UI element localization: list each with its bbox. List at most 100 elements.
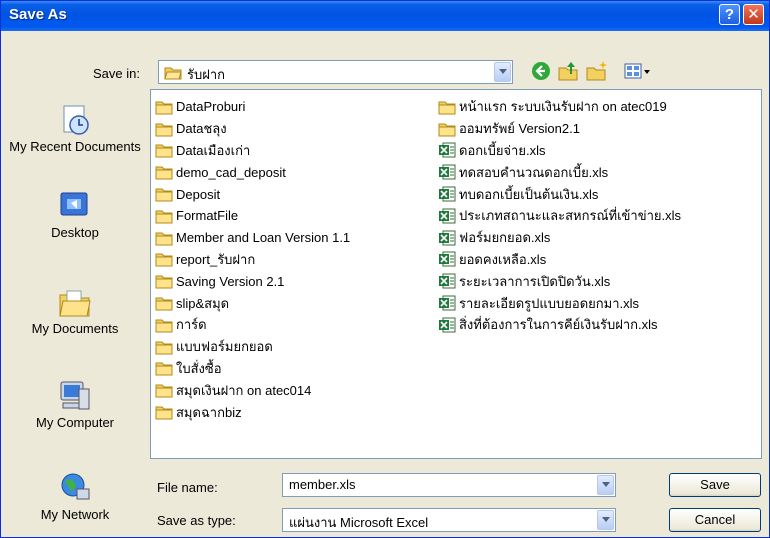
list-item-label: แบบฟอร์มยกยอด (176, 339, 273, 355)
file-name-dropdown-arrow[interactable] (597, 475, 614, 495)
folder-icon (155, 384, 173, 398)
my-computer-icon (60, 381, 90, 410)
title-bar[interactable]: Save As ? ✕ (1, 1, 769, 31)
place-label: My Network (40, 507, 110, 522)
folder-icon (155, 101, 173, 115)
list-item[interactable]: slip&สมุด (155, 292, 350, 314)
excel-file-icon (439, 186, 456, 202)
list-item[interactable]: ทดสอบคำนวณดอกเบี้ย.xls (438, 161, 681, 183)
place-my-recent-documents[interactable]: My Recent Documents (5, 103, 145, 154)
list-item-label: demo_cad_deposit (176, 164, 286, 180)
folder-open-icon (164, 67, 182, 80)
list-item[interactable]: แบบฟอร์มยกยอด (155, 336, 350, 358)
place-label: My Recent Documents (9, 139, 141, 154)
save-as-dialog: Save As ? ✕ Save in: รับฝาก My Recent Do… (0, 0, 770, 538)
excel-file-icon (439, 142, 456, 158)
place-desktop[interactable]: Desktop (5, 189, 145, 240)
save-button[interactable]: Save (669, 473, 761, 497)
close-button[interactable]: ✕ (743, 4, 764, 25)
cancel-button[interactable]: Cancel (669, 508, 761, 532)
window-title: Save As (9, 6, 67, 23)
list-item[interactable]: ทบดอกเบี้ยเป็นต้นเงิน.xls (438, 183, 681, 205)
folder-icon (155, 341, 173, 355)
place-label: My Computer (35, 415, 115, 430)
list-item[interactable]: report_รับฝาก (155, 249, 350, 271)
file-list[interactable]: DataProburi Dataชลุง Dataเมืองเก่า demo_cad… (150, 89, 762, 459)
list-item-label: slip&สมุด (176, 295, 230, 311)
list-item[interactable]: ออมทรัพย์ Version2.1 (438, 118, 681, 140)
place-my-computer[interactable]: My Computer (5, 379, 145, 430)
folder-icon (155, 166, 173, 180)
list-item[interactable]: สมุดฉากbiz (155, 401, 350, 423)
folder-icon (155, 319, 173, 333)
folder-icon (155, 210, 173, 224)
list-item[interactable]: demo_cad_deposit (155, 161, 350, 183)
excel-file-icon (439, 230, 456, 246)
save-in-dropdown[interactable]: รับฝาก (158, 60, 513, 84)
file-name-label: File name: (157, 480, 218, 495)
list-item[interactable]: Dataชลุง (155, 118, 350, 140)
list-item[interactable]: Dataเมืองเก่า (155, 140, 350, 162)
list-item-label: ใบสั่งซื้อ (176, 360, 222, 376)
up-one-level-icon[interactable] (557, 59, 581, 83)
list-item[interactable]: ใบสั่งซื้อ (155, 358, 350, 380)
list-item[interactable]: Saving Version 2.1 (155, 270, 350, 292)
file-name-value: member.xls (289, 477, 356, 492)
list-item-label: Saving Version 2.1 (176, 273, 285, 289)
file-column-left: DataProburi Dataชลุง Dataเมืองเก่า demo_cad… (155, 96, 350, 423)
folder-icon (155, 297, 173, 311)
list-item-label: สมุดเงินฝาก on atec014 (176, 382, 312, 398)
back-icon[interactable] (529, 59, 553, 83)
list-item[interactable]: Member and Loan Version 1.1 (155, 227, 350, 249)
list-item-label: สมุดฉากbiz (176, 404, 242, 420)
list-item-label: ทดสอบคำนวณดอกเบี้ย.xls (459, 164, 609, 180)
list-item[interactable]: FormatFile (155, 205, 350, 227)
list-item-label: Dataชลุง (176, 121, 227, 137)
list-item-label: ออมทรัพย์ Version2.1 (459, 121, 580, 137)
list-item[interactable]: สิ่งที่ต้องการในการคีย์เงินรับฝาก.xls (438, 314, 681, 336)
folder-icon (438, 101, 456, 115)
list-item[interactable]: ดอกเบี้ยจ่าย.xls (438, 140, 681, 162)
save-as-type-dropdown[interactable]: แผ่นงาน Microsoft Excel (282, 508, 616, 532)
list-item[interactable]: ยอดคงเหลือ.xls (438, 249, 681, 271)
list-item-label: ระยะเวลาการเปิดปิดวัน.xls (459, 273, 611, 289)
new-folder-icon[interactable] (585, 59, 609, 83)
list-item-label: Deposit (176, 186, 221, 202)
list-item-label: Member and Loan Version 1.1 (176, 230, 351, 246)
folder-icon (155, 406, 173, 420)
place-my-documents[interactable]: My Documents (5, 285, 145, 336)
list-item[interactable]: การ์ด (155, 314, 350, 336)
recent-documents-icon (63, 105, 89, 135)
save-as-type-label: Save as type: (157, 513, 236, 528)
desktop-icon (60, 192, 88, 216)
save-in-dropdown-arrow[interactable] (494, 62, 511, 82)
excel-file-icon (439, 273, 456, 289)
folder-icon (155, 362, 173, 376)
place-my-network[interactable]: My Network (5, 471, 145, 522)
list-item[interactable]: ระยะเวลาการเปิดปิดวัน.xls (438, 270, 681, 292)
file-name-input[interactable]: member.xls (282, 473, 616, 497)
list-item-label: report_รับฝาก (176, 251, 256, 267)
help-button[interactable]: ? (719, 4, 740, 25)
list-item[interactable]: Deposit (155, 183, 350, 205)
folder-icon (155, 144, 173, 158)
file-column-right: หน้าแรก ระบบเงินรับฝาก on atec019 ออมทรัพ… (438, 96, 681, 336)
list-item-label: หน้าแรก ระบบเงินรับฝาก on atec019 (459, 99, 667, 115)
list-item-label: การ์ด (176, 317, 207, 333)
list-item-label: DataProburi (176, 99, 246, 115)
list-item[interactable]: รายละเอียดรูปแบบยอดยกมา.xls (438, 292, 681, 314)
list-item-label: ฟอร์มยกยอด.xls (459, 230, 551, 246)
save-as-type-value: แผ่นงาน Microsoft Excel (289, 515, 429, 530)
list-item[interactable]: ประเภทสถานะและสหกรณ์ที่เข้าข่าย.xls (438, 205, 681, 227)
save-as-type-dropdown-arrow[interactable] (597, 510, 614, 530)
list-item-label: ทบดอกเบี้ยเป็นต้นเงิน.xls (459, 186, 599, 202)
views-menu-icon[interactable] (623, 59, 653, 83)
list-item-label: สิ่งที่ต้องการในการคีย์เงินรับฝาก.xls (459, 317, 658, 333)
list-item[interactable]: ฟอร์มยกยอด.xls (438, 227, 681, 249)
place-label: Desktop (51, 225, 99, 240)
list-item[interactable]: สมุดเงินฝาก on atec014 (155, 379, 350, 401)
list-item[interactable]: หน้าแรก ระบบเงินรับฝาก on atec019 (438, 96, 681, 118)
list-item[interactable]: DataProburi (155, 96, 350, 118)
excel-file-icon (439, 295, 456, 311)
save-in-label: Save in: (93, 66, 140, 81)
